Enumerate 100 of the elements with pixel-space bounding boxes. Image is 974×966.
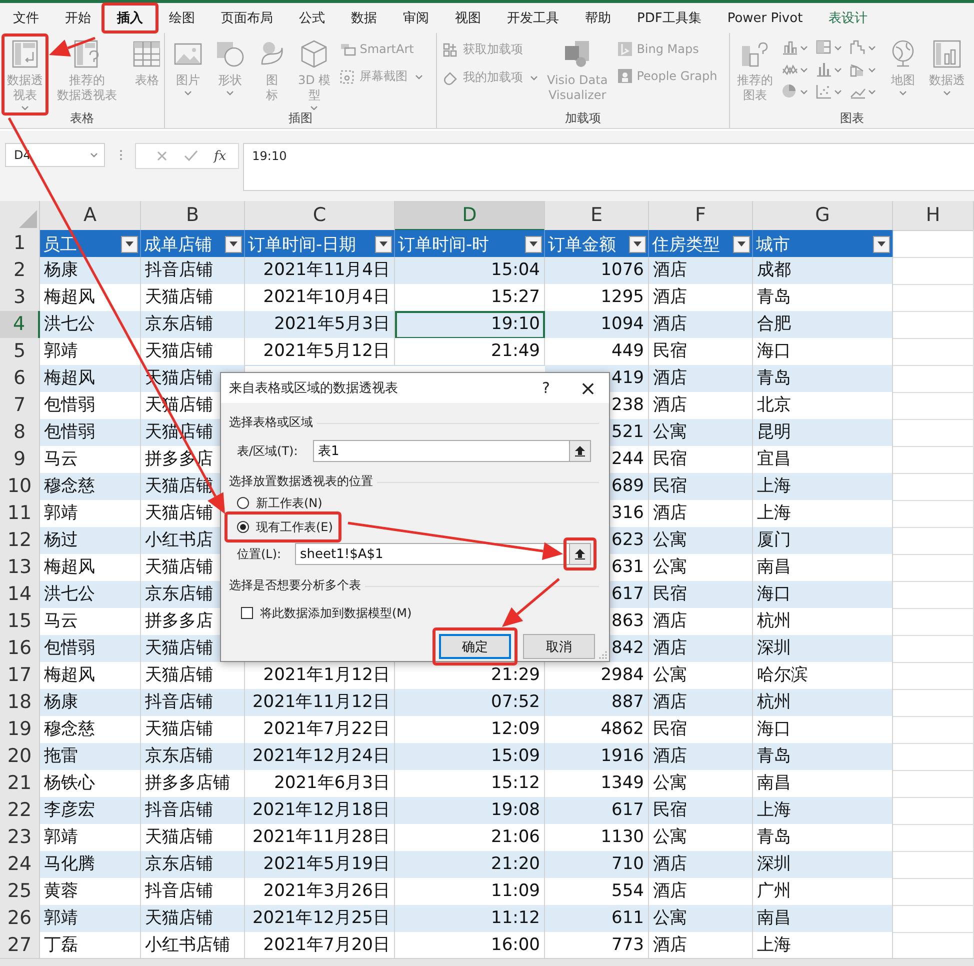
column-header[interactable]: D xyxy=(395,201,545,231)
ribbon-tab[interactable]: 页面布局 xyxy=(208,5,286,31)
row-header[interactable]: 1 xyxy=(0,230,40,258)
pivot-chart-icon xyxy=(931,38,963,70)
table-cell: 15:12 xyxy=(395,770,545,798)
ribbon-tab[interactable]: Power Pivot xyxy=(714,6,816,30)
scatter-chart-icon xyxy=(815,83,832,100)
filter-button[interactable] xyxy=(733,236,750,252)
row-header[interactable]: 20 xyxy=(0,743,40,771)
table-cell: 青岛 xyxy=(753,284,893,312)
ribbon-tab[interactable]: 插入 xyxy=(104,5,156,31)
row-header[interactable]: 22 xyxy=(0,797,40,825)
column-title: 订单时间-时 xyxy=(398,234,490,256)
checkbox[interactable] xyxy=(241,607,253,619)
checkbox-label[interactable]: 将此数据添加到数据模型(M) xyxy=(260,604,412,622)
row-header[interactable]: 10 xyxy=(0,473,40,501)
cancel-icon xyxy=(156,150,168,162)
column-header[interactable]: G xyxy=(753,201,893,231)
radio-button[interactable] xyxy=(237,497,249,509)
row-header[interactable]: 16 xyxy=(0,635,40,663)
column-title: 城市 xyxy=(756,234,790,256)
ribbon-tab[interactable]: 表设计 xyxy=(816,5,881,31)
input-field[interactable]: 表1 xyxy=(313,440,569,462)
addin-icon xyxy=(443,70,459,86)
option-label[interactable]: 新工作表(N) xyxy=(256,494,322,512)
option-label[interactable]: 现有工作表(E) xyxy=(256,518,333,536)
pie-chart-icon xyxy=(781,83,798,100)
column-header[interactable]: C xyxy=(245,201,395,231)
table-cell: 2021年11月28日 xyxy=(245,824,395,852)
table-cell: 民宿 xyxy=(649,338,753,366)
row-header[interactable]: 25 xyxy=(0,878,40,906)
ribbon-tab[interactable]: 文件 xyxy=(0,5,52,31)
row-header[interactable]: 21 xyxy=(0,770,40,798)
filter-button[interactable] xyxy=(375,236,392,252)
dropdown-icon xyxy=(379,241,388,247)
ok-button[interactable]: 确定 xyxy=(439,634,511,659)
column-header[interactable]: E xyxy=(545,201,649,231)
ribbon-tab[interactable]: 开始 xyxy=(52,5,104,31)
table-cell: 554 xyxy=(545,878,649,906)
radio-button[interactable] xyxy=(237,521,249,533)
enter-icon xyxy=(184,150,198,162)
row-header[interactable]: 27 xyxy=(0,932,40,960)
table-cell: 天猫店铺 xyxy=(141,338,245,366)
table-cell: 民宿 xyxy=(649,581,753,609)
row-header[interactable]: 4 xyxy=(0,311,40,339)
table-cell: 上海 xyxy=(753,797,893,825)
row-header[interactable]: 24 xyxy=(0,851,40,879)
formula-field[interactable]: 19:10 xyxy=(243,143,974,191)
table-cell: 酒店 xyxy=(649,500,753,528)
table-cell: 厦门 xyxy=(753,527,893,555)
row-header[interactable]: 12 xyxy=(0,527,40,555)
row-header[interactable]: 11 xyxy=(0,500,40,528)
column-header[interactable]: H xyxy=(893,201,974,231)
row-header[interactable]: 18 xyxy=(0,689,40,717)
row-header[interactable]: 17 xyxy=(0,662,40,690)
table-cell: 宜昌 xyxy=(753,446,893,474)
filter-button[interactable] xyxy=(873,236,890,252)
table-cell: 海口 xyxy=(753,581,893,609)
table-cell: 马云 xyxy=(40,446,141,474)
cancel-button[interactable]: 取消 xyxy=(523,634,595,659)
row-header[interactable]: 8 xyxy=(0,419,40,447)
ribbon-tab[interactable]: 开发工具 xyxy=(494,5,572,31)
table-cell: 上海 xyxy=(753,500,893,528)
table-cell: 公寓 xyxy=(649,824,753,852)
filter-button[interactable] xyxy=(121,236,138,252)
table-cell: 包惜弱 xyxy=(40,419,141,447)
ribbon-tab[interactable]: 视图 xyxy=(442,5,494,31)
ribbon-tab[interactable]: 绘图 xyxy=(156,5,208,31)
range-picker-button[interactable] xyxy=(569,440,591,462)
column-header[interactable]: A xyxy=(40,201,141,231)
insert-function-button[interactable]: fx xyxy=(214,148,226,164)
row-header[interactable]: 2 xyxy=(0,257,40,285)
ribbon-tab[interactable]: 审阅 xyxy=(390,5,442,31)
row-header[interactable]: 13 xyxy=(0,554,40,582)
column-header[interactable]: B xyxy=(141,201,245,231)
resize-grip-icon xyxy=(599,651,607,659)
row-header[interactable]: 6 xyxy=(0,365,40,393)
table-cell: 19:10 xyxy=(395,311,545,339)
ribbon-tab[interactable]: 公式 xyxy=(286,5,338,31)
annotation-arrow xyxy=(502,578,560,627)
row-header[interactable]: 19 xyxy=(0,716,40,744)
row-header[interactable]: 23 xyxy=(0,824,40,852)
table-cell: 哈尔滨 xyxy=(753,662,893,690)
row-header[interactable]: 5 xyxy=(0,338,40,366)
ribbon-tab[interactable]: PDF工具集 xyxy=(624,5,714,31)
row-header[interactable]: 7 xyxy=(0,392,40,420)
ribbon-tab[interactable]: 帮助 xyxy=(572,5,624,31)
row-header[interactable]: 26 xyxy=(0,905,40,933)
filter-button[interactable] xyxy=(225,236,242,252)
input-field[interactable]: sheet1!$A$1 xyxy=(295,543,569,565)
ribbon-tab[interactable]: 数据 xyxy=(338,5,390,31)
filter-button[interactable] xyxy=(525,236,542,252)
range-picker-button[interactable] xyxy=(569,543,591,565)
row-header[interactable]: 15 xyxy=(0,608,40,636)
row-header[interactable]: 14 xyxy=(0,581,40,609)
table-cell: 12:09 xyxy=(395,716,545,744)
row-header[interactable]: 3 xyxy=(0,284,40,312)
column-header[interactable]: F xyxy=(649,201,753,231)
row-header[interactable]: 9 xyxy=(0,446,40,474)
filter-button[interactable] xyxy=(629,236,646,252)
